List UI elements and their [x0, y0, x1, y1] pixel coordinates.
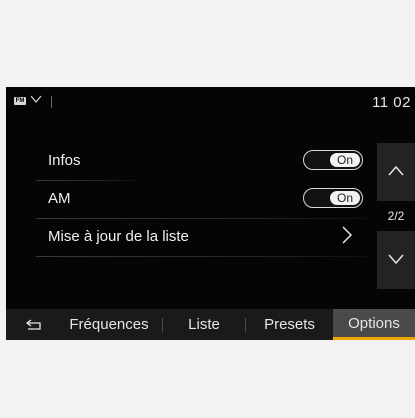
tab-bar: Fréquences Liste Presets Options [6, 309, 415, 340]
am-toggle[interactable]: On [303, 188, 363, 208]
setting-label: AM [48, 190, 71, 207]
scroll-up-button[interactable] [377, 143, 415, 201]
scroll-panel: 2/2 [377, 143, 415, 291]
setting-row-update-list[interactable]: Mise à jour de la liste [6, 219, 376, 257]
setting-row-am[interactable]: AM On [6, 181, 376, 219]
chevron-down-icon [388, 254, 404, 265]
chevron-down-icon[interactable] [29, 93, 43, 105]
status-bar: FM 11 02 [6, 87, 415, 119]
page-indicator: 2/2 [387, 209, 405, 223]
clock: 11 02 [372, 94, 411, 111]
back-button[interactable] [6, 309, 56, 340]
back-arrow-icon [26, 319, 41, 330]
chevron-right-icon [342, 226, 353, 244]
infos-toggle[interactable]: On [303, 150, 363, 170]
source-badge[interactable]: FM [14, 97, 26, 105]
toggle-state: On [330, 190, 360, 205]
setting-label: Infos [48, 152, 81, 169]
radio-screen: FM 11 02 Infos On AM On Mise à jour de l… [6, 87, 415, 340]
setting-row-infos[interactable]: Infos On [6, 143, 376, 181]
chevron-up-icon [388, 165, 404, 176]
tab-liste[interactable]: Liste [163, 309, 245, 340]
row-divider [36, 256, 366, 257]
setting-label: Mise à jour de la liste [48, 228, 189, 245]
status-divider [51, 96, 52, 108]
tab-presets[interactable]: Presets [246, 309, 333, 340]
tab-options[interactable]: Options [333, 309, 415, 340]
tab-frequences[interactable]: Fréquences [56, 309, 162, 340]
scroll-down-button[interactable] [377, 231, 415, 289]
toggle-state: On [330, 152, 360, 167]
